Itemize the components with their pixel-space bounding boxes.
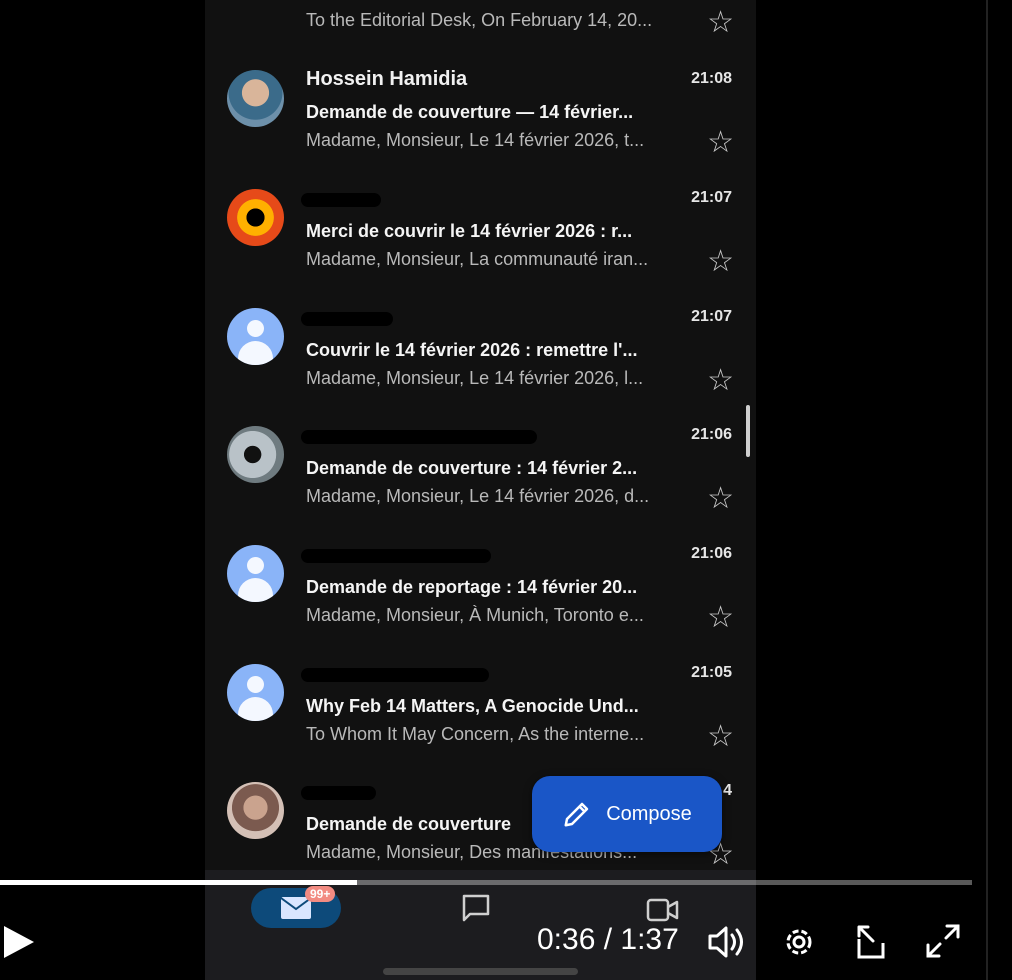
email-time: 21:08 [691,70,732,87]
unread-badge: 99+ [305,886,336,902]
email-snippet: Madame, Monsieur, Le 14 février 2026, d.… [306,486,650,506]
email-subject: Demande de couverture : 14 février 2... [306,458,638,478]
star-icon[interactable]: ☆ [707,366,734,396]
compose-button[interactable]: Compose [532,776,722,852]
avatar [227,545,284,602]
current-time: 0:36 [537,923,596,956]
star-icon[interactable]: ☆ [707,603,734,633]
email-row[interactable]: 21:06 Demande de couverture : 14 février … [205,416,756,534]
email-snippet: Madame, Monsieur, Le 14 février 2026, l.… [306,368,644,388]
compose-label: Compose [606,802,692,825]
play-icon [4,926,34,958]
pencil-icon [564,802,589,827]
email-subject: Demande de reportage : 14 février 20... [306,577,638,597]
duration: 1:37 [620,923,679,956]
star-icon[interactable]: ☆ [707,247,734,277]
volume-icon [708,926,743,958]
email-subject: Couvrir le 14 février 2026 : remettre l'… [306,340,638,360]
redacted-sender [301,786,376,800]
avatar [227,189,284,246]
email-time: 21:05 [691,664,732,681]
email-subject: Why Feb 14 Matters, A Genocide Und... [306,696,639,716]
frame-edge [986,0,988,980]
phone-screen: To the Editorial Desk, On February 14, 2… [205,0,756,980]
avatar [227,70,284,127]
time-separator: / [595,923,621,956]
scrollbar-thumb[interactable] [746,405,750,457]
video-progress-bar[interactable] [0,880,972,885]
home-indicator[interactable] [383,968,578,975]
miniplayer-icon [857,925,885,959]
gear-icon [786,929,812,955]
email-row[interactable]: 21:07 Merci de couvrir le 14 février 2026… [205,179,756,297]
avatar [227,664,284,721]
email-snippet: Madame, Monsieur, Le 14 février 2026, t.… [306,130,645,150]
email-row[interactable]: 21:05 Why Feb 14 Matters, A Genocide Und.… [205,654,756,772]
nav-item-chat[interactable] [460,892,492,929]
miniplayer-button[interactable] [853,923,891,966]
email-row[interactable]: To the Editorial Desk, On February 14, 2… [205,0,756,58]
redacted-sender [301,549,491,563]
expand-icon [926,924,960,958]
star-icon[interactable]: ☆ [707,722,734,752]
email-snippet: To Whom It May Concern, As the interne..… [306,724,645,744]
fullscreen-button[interactable] [925,923,961,964]
star-icon[interactable]: ☆ [707,128,734,158]
volume-button[interactable] [707,923,747,966]
chat-icon [462,894,490,922]
redacted-sender [301,430,537,444]
redacted-sender [301,312,393,326]
email-row[interactable]: 21:07 Couvrir le 14 février 2026 : remett… [205,298,756,416]
redacted-sender [301,193,381,207]
redacted-sender [301,668,489,682]
email-row[interactable]: 21:06 Demande de reportage : 14 février 2… [205,535,756,653]
email-subject: Merci de couvrir le 14 février 2026 : r.… [306,221,633,241]
video-icon [646,898,679,922]
email-time: 21:07 [691,189,732,206]
avatar [227,308,284,365]
email-snippet: Madame, Monsieur, À Munich, Toronto e... [306,605,644,625]
avatar [227,426,284,483]
email-time: 21:06 [691,426,732,443]
email-time: 21:06 [691,545,732,562]
video-progress-fill [0,880,357,885]
email-row[interactable]: Hossein Hamidia 21:08 Demande de couvertur… [205,60,756,178]
play-button[interactable] [2,924,36,965]
email-time: 4 [723,782,732,799]
video-time: 0:36 / 1:37 [537,923,679,957]
star-icon[interactable]: ☆ [707,484,734,514]
sender-name: Hossein Hamidia [306,68,468,90]
avatar [227,782,284,839]
email-time: 21:07 [691,308,732,325]
settings-button[interactable] [780,923,818,966]
email-subject: Demande de couverture — 14 février... [306,102,634,122]
star-icon[interactable]: ☆ [707,8,734,38]
email-snippet: Madame, Monsieur, La communauté iran... [306,249,649,269]
email-snippet: To the Editorial Desk, On February 14, 2… [306,10,653,30]
